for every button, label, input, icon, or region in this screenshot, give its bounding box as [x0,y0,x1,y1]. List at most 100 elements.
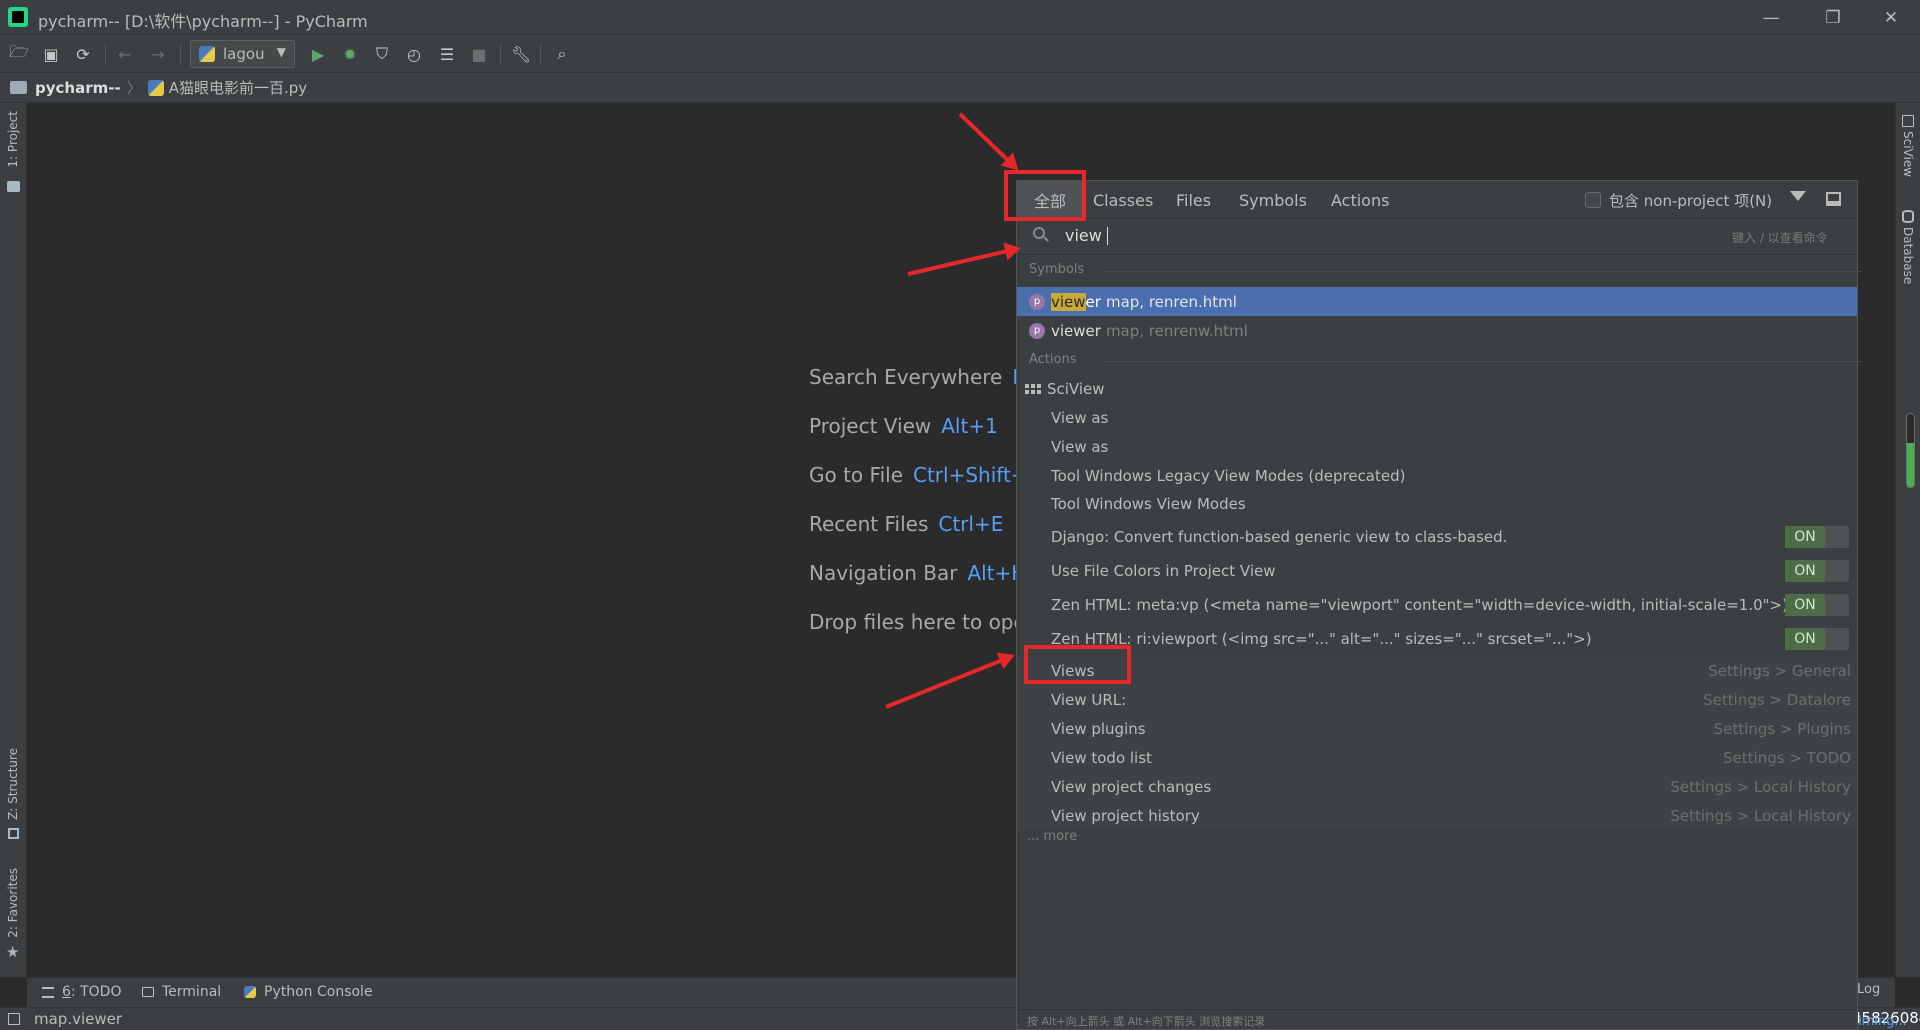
section-header-actions: Actions [1029,352,1077,367]
close-button[interactable]: ✕ [1868,0,1914,35]
hint-label: Drop files here to open [809,610,1016,634]
concurrency-icon[interactable]: ☰ [434,41,460,67]
toggle-state: ON [1785,526,1825,548]
open-in-find-window-icon[interactable] [1826,192,1841,206]
chevron-down-icon: ▼ [276,45,286,59]
symbol-location: map, renrenw.html [1105,321,1248,340]
option-label: Zen HTML: ri:viewport (<img src="..." al… [1051,630,1592,648]
result-row-setting[interactable]: View project history Settings > Local His… [1017,801,1857,830]
result-row-action[interactable]: Tool Windows Legacy View Modes (deprecat… [1017,461,1857,490]
result-row-action[interactable]: View as [1017,403,1857,432]
annotation-box-views [1024,645,1131,684]
result-row-option[interactable]: Use File Colors in Project View ON [1017,554,1857,588]
search-icon[interactable]: ⌕ [549,41,575,67]
status-file-name: map.viewer [34,1010,123,1028]
status-toggle-icon[interactable] [8,1013,20,1025]
search-input[interactable]: view [1065,226,1102,245]
database-icon [1902,210,1914,223]
coverage-icon[interactable]: ⛉ [369,41,395,67]
search-icon-handle [1043,236,1049,242]
run-icon[interactable]: ▶ [305,41,331,67]
option-toggle[interactable]: ON [1785,628,1849,650]
result-row-symbol[interactable]: p viewer map, renrenw.html [1017,316,1857,345]
tab-actions[interactable]: Actions [1331,181,1389,219]
toolbar-divider [540,44,541,64]
sciview-icon [1902,115,1914,127]
sciview-tool-tab[interactable]: SciView [1901,131,1915,177]
section-header-symbols: Symbols [1029,262,1085,277]
setting-path: Settings > Local History [1670,806,1851,825]
symbol-name: viewer [1051,321,1101,340]
tab-files[interactable]: Files [1176,181,1211,219]
forward-icon[interactable]: → [145,41,171,67]
memory-indicator [1906,413,1915,488]
annotation-arrow [907,246,1018,276]
result-row-option[interactable]: Zen HTML: meta:vp (<meta name="viewport"… [1017,588,1857,622]
hint-recent-files: Recent Files Ctrl+E [809,512,1003,536]
open-folder-icon[interactable]: 🗁 [6,41,32,67]
result-row-symbol[interactable]: p view er map, renren.html [1017,287,1857,316]
result-row-action[interactable]: SciView [1017,374,1857,403]
restore-button[interactable]: ❐ [1810,0,1856,35]
result-row-option[interactable]: Zen HTML: ri:viewport (<img src="..." al… [1017,622,1857,656]
terminal-label: Terminal [162,984,222,1000]
action-label: View as [1051,408,1109,427]
python-console-tool-tab[interactable]: Python Console [244,984,373,1000]
minimize-button[interactable]: — [1748,0,1794,35]
result-row-setting[interactable]: Views Settings > General [1017,656,1857,685]
title-bar: pycharm-- [D:\软件\pycharm--] - PyCharm — … [0,0,1920,35]
result-row-option[interactable]: Django: Convert function-based generic v… [1017,520,1857,554]
python-icon [199,46,215,62]
hint-drop-files: Drop files here to open [809,610,1016,634]
debug-icon[interactable]: ✹ [337,41,363,67]
folder-icon [10,81,27,94]
more-results-link[interactable]: ... more [1027,829,1077,844]
event-log-tool-tab[interactable]: Log [1857,982,1880,997]
hint-go-to-file: Go to File Ctrl+Shift+N [809,463,1016,487]
toolbar-divider [105,44,106,64]
hint-label: Navigation Bar [809,561,958,585]
result-row-setting[interactable]: View project changes Settings > Local His… [1017,772,1857,801]
wrench-icon[interactable]: 🔧︎ [508,41,534,67]
option-toggle[interactable]: ON [1785,526,1849,548]
chevron-right-icon: 〉 [126,79,142,97]
structure-tool-tab[interactable]: Z: Structure [6,748,20,820]
profile-icon[interactable]: ◴ [401,41,427,67]
todo-tool-tab[interactable]: 6: TODO [42,984,121,1000]
tab-symbols[interactable]: Symbols [1239,181,1307,219]
main-toolbar: 🗁 ▣ ⟳ ← → lagou ▼ ▶ ✹ ⛉ ◴ ☰ ■ 🔧︎ ⌕ [0,35,1920,73]
result-row-setting[interactable]: View plugins Settings > Plugins [1017,714,1857,743]
include-non-project-checkbox[interactable]: 包含 non-project 项(N) [1585,181,1772,219]
result-row-action[interactable]: View as [1017,432,1857,461]
hint-shortcut: Ctrl+Shift+N [913,463,1016,487]
save-icon[interactable]: ▣ [38,41,64,67]
symbol-name: er [1085,292,1101,311]
stop-icon[interactable]: ■ [466,41,492,67]
result-row-setting[interactable]: View URL: Settings > Datalore [1017,685,1857,714]
toggle-state: ON [1785,594,1825,616]
python-console-label: Python Console [264,984,373,1000]
setting-path: Settings > Plugins [1713,719,1851,738]
breadcrumb-file[interactable]: A猫眼电影前一百.py [169,77,307,98]
database-tool-tab[interactable]: Database [1901,227,1915,284]
setting-label: View plugins [1051,719,1146,738]
favorites-tool-tab[interactable]: 2: Favorites [6,868,20,938]
filter-icon[interactable] [1790,191,1806,201]
setting-path: Settings > TODO [1723,748,1851,767]
sync-icon[interactable]: ⟳ [70,41,96,67]
python-console-icon [244,986,256,998]
option-toggle[interactable]: ON [1785,560,1849,582]
run-configuration-select[interactable]: lagou ▼ [190,40,295,68]
tab-classes[interactable]: Classes [1093,181,1153,219]
option-toggle[interactable]: ON [1785,594,1849,616]
status-right-text: lming... [1858,1014,1907,1029]
back-icon[interactable]: ← [112,41,138,67]
result-row-setting[interactable]: View todo list Settings > TODO [1017,743,1857,772]
breadcrumb-project[interactable]: pycharm-- [35,79,121,97]
result-row-action[interactable]: Tool Windows View Modes [1017,489,1857,518]
action-label: View as [1051,437,1109,456]
hint-label: Project View [809,414,932,438]
project-tool-tab[interactable]: 1: Project [6,111,20,168]
left-tool-strip: 1: Project Z: Structure 2: Favorites ★ [0,103,27,977]
terminal-tool-tab[interactable]: Terminal [142,984,221,1000]
